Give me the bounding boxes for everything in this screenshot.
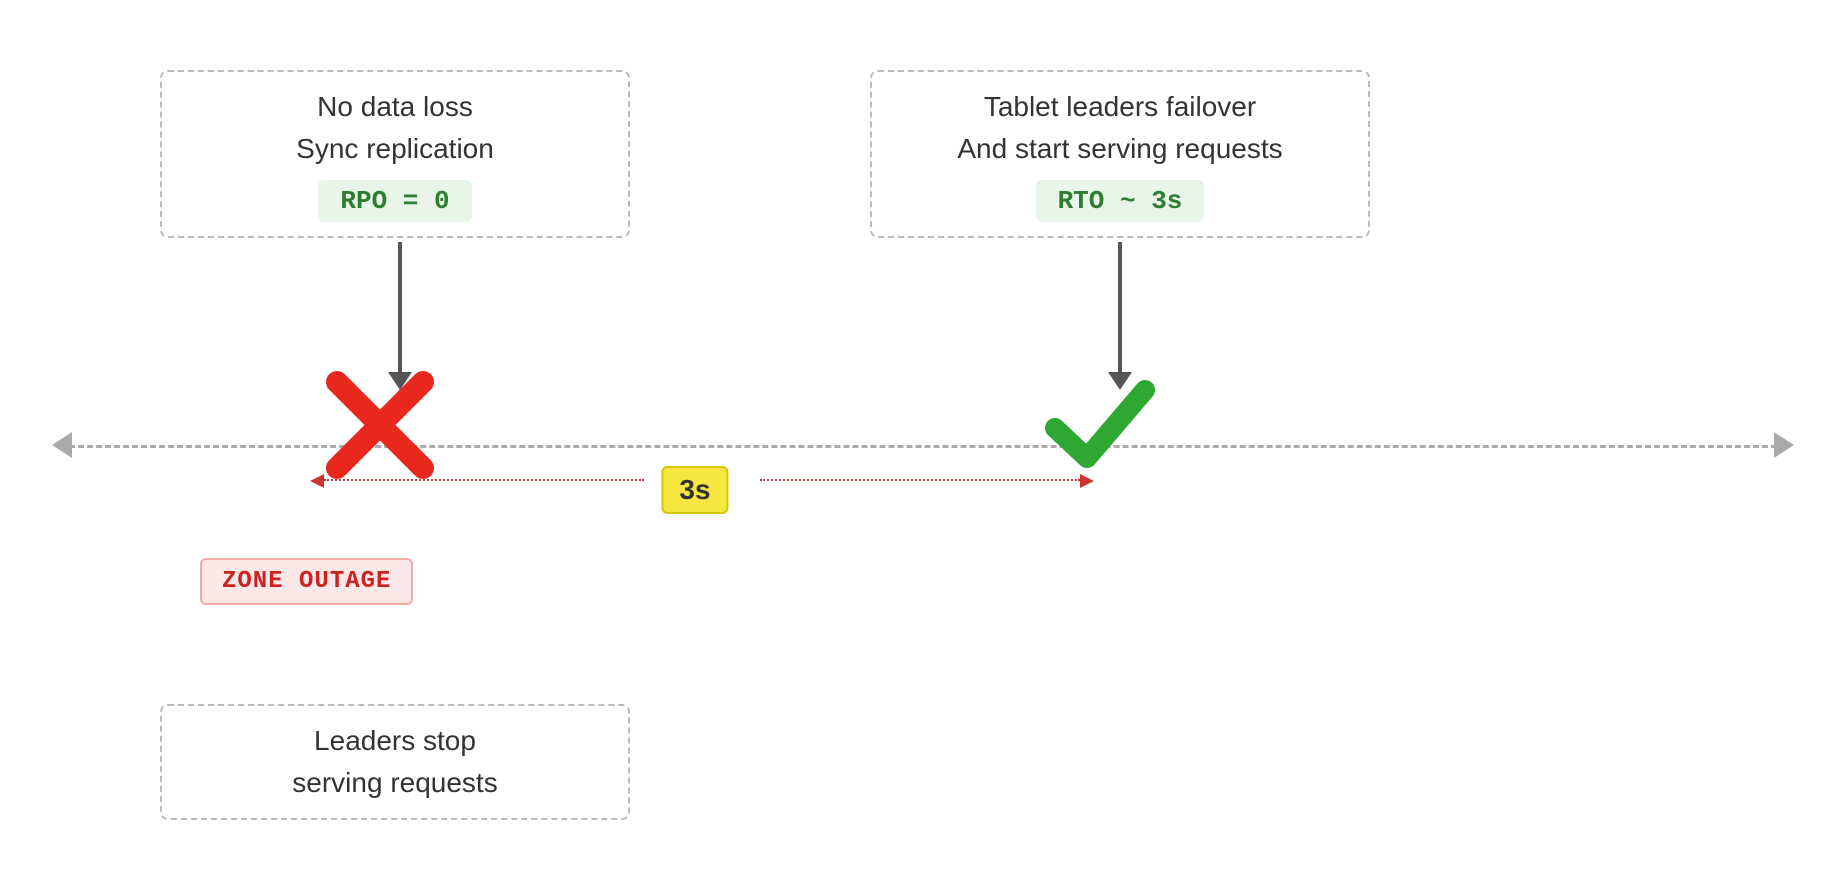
annotation-leaders-text: Leaders stop serving requests <box>184 720 606 804</box>
arrow-line2 <box>1118 242 1122 372</box>
timeline-arrow-right <box>1774 432 1794 458</box>
arrow-line <box>398 242 402 372</box>
rpo-line2: Sync replication <box>296 133 494 164</box>
rpo-line1: No data loss <box>317 91 473 122</box>
rto-line2: And start serving requests <box>957 133 1282 164</box>
rto-span-arrow-left <box>310 474 324 488</box>
check-mark <box>1045 370 1155 480</box>
timeline <box>60 445 1786 448</box>
annotation-rto-text: Tablet leaders failover And start servin… <box>894 86 1346 170</box>
rto-line-right <box>760 479 1080 481</box>
annotation-box-rpo: No data loss Sync replication RPO = 0 <box>160 70 630 238</box>
rto-line-left <box>324 479 644 481</box>
x-mark <box>325 370 435 480</box>
rpo-metric: RPO = 0 <box>318 180 471 222</box>
duration-label: 3s <box>661 466 728 514</box>
annotation-rpo-text: No data loss Sync replication <box>184 86 606 170</box>
rto-line1: Tablet leaders failover <box>984 91 1256 122</box>
rto-span-arrow-right <box>1080 474 1094 488</box>
diagram-container: No data loss Sync replication RPO = 0 Ta… <box>0 0 1846 890</box>
rto-metric: RTO ~ 3s <box>1036 180 1205 222</box>
annotation-box-leaders: Leaders stop serving requests <box>160 704 630 820</box>
annotation-box-rto: Tablet leaders failover And start servin… <box>870 70 1370 238</box>
arrow-rto-to-check <box>1108 242 1132 390</box>
timeline-arrow-left <box>52 432 72 458</box>
leaders-line1: Leaders stop <box>314 725 476 756</box>
leaders-line2: serving requests <box>292 767 497 798</box>
zone-outage-badge: ZONE OUTAGE <box>200 558 413 605</box>
arrow-rpo-to-x <box>388 242 412 390</box>
